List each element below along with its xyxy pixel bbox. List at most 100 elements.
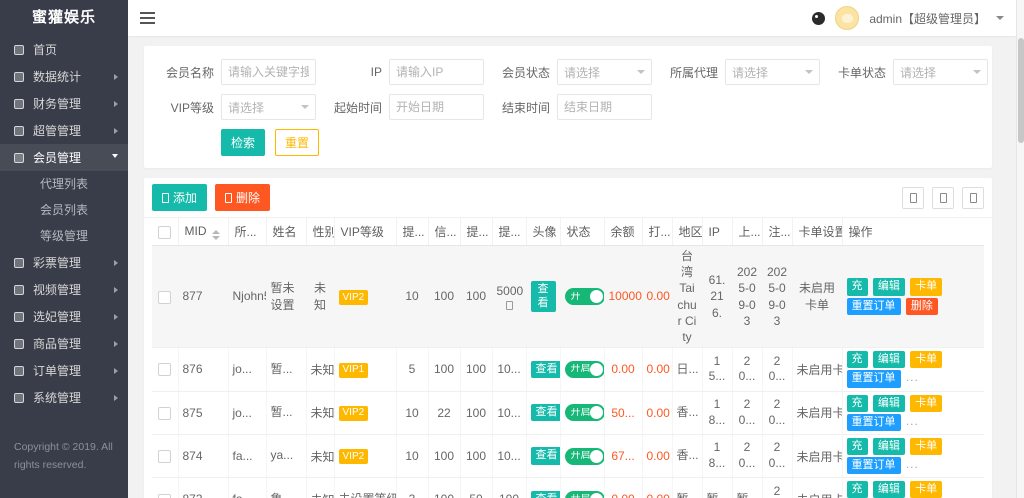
sidebar-item[interactable]: 选妃管理 — [0, 303, 128, 330]
chevron-down-icon — [301, 105, 309, 109]
card-order-button[interactable]: 卡单 — [910, 481, 942, 498]
table-header-row: MID所...姓名性别VIP等级提...信...提...提...头像状态余额打.… — [152, 218, 984, 246]
recharge-button[interactable]: 充 — [847, 395, 868, 412]
row-checkbox[interactable] — [158, 363, 171, 376]
reset-order-button[interactable]: 重置订单 — [847, 298, 901, 315]
reset-order-button[interactable]: 重置订单 — [847, 414, 901, 431]
cell-card-setting: 未启用卡单 — [792, 434, 842, 477]
delete-button[interactable]: 删除 — [906, 298, 938, 315]
row-checkbox[interactable] — [158, 291, 171, 304]
reset-order-button[interactable]: 重置订单 — [847, 370, 901, 387]
sidebar-item[interactable]: 订单管理 — [0, 357, 128, 384]
card-order-button[interactable]: 卡单 — [910, 351, 942, 368]
avatar-view-button[interactable]: 查看 — [531, 361, 561, 378]
column-header: 所... — [228, 218, 266, 246]
column-header[interactable]: MID — [178, 218, 228, 246]
reset-order-button[interactable]: 重置订单 — [847, 457, 901, 474]
sidebar-item[interactable]: 财务管理 — [0, 90, 128, 117]
table-filter-icon[interactable] — [902, 187, 924, 209]
sort-icon[interactable] — [212, 230, 220, 240]
sidebar-subitem[interactable]: 等级管理 — [0, 223, 128, 249]
avatar-view-button[interactable]: 查看 — [531, 491, 561, 498]
cell-ip: 18... — [702, 434, 732, 477]
sidebar-menu: 首页 数据统计 财务管理 超管管理 会员管理 代理列表 会员列表 等级管理 彩票… — [0, 36, 128, 411]
vertical-scrollbar-thumb[interactable] — [1018, 38, 1024, 143]
recharge-button[interactable]: 充 — [847, 351, 868, 368]
edit-button[interactable]: 编辑 — [873, 278, 905, 295]
search-button[interactable]: 检索 — [221, 129, 265, 156]
end-date-input[interactable] — [557, 94, 652, 120]
sidebar-item[interactable]: 超管管理 — [0, 117, 128, 144]
member-status-select[interactable]: 请选择 — [557, 59, 652, 85]
vertical-scrollbar[interactable] — [1016, 0, 1024, 498]
cell-name: 暂... — [266, 391, 306, 434]
column-header: 性别 — [306, 218, 334, 246]
delete-selected-button[interactable]: 删除 — [215, 184, 270, 211]
ip-input[interactable] — [389, 59, 484, 85]
status-toggle[interactable]: 开启 — [565, 361, 605, 378]
table-row: 877 Njohn520 暂未设置 未知 VIP2 10 100 100 500… — [152, 246, 984, 348]
username[interactable]: admin【超级管理员】 — [869, 10, 986, 27]
goods-icon — [14, 339, 24, 349]
recharge-button[interactable]: 充 — [847, 481, 868, 498]
cell-register-time: 20... — [762, 434, 792, 477]
avatar-view-button[interactable]: 查看 — [531, 447, 561, 464]
agent-select[interactable]: 请选择 — [725, 59, 820, 85]
status-toggle[interactable]: 开启 — [565, 448, 605, 465]
edit-button[interactable]: 编辑 — [873, 438, 905, 455]
menu-toggle-icon[interactable] — [140, 9, 155, 27]
agent-label: 所属代理 — [660, 64, 718, 81]
card-status-select[interactable]: 请选择 — [893, 59, 988, 85]
vip-level-select[interactable]: 请选择 — [221, 94, 316, 120]
row-checkbox[interactable] — [158, 494, 171, 498]
sidebar-item[interactable]: 数据统计 — [0, 63, 128, 90]
add-button[interactable]: 添加 — [152, 184, 207, 211]
column-header: 上... — [732, 218, 762, 246]
row-checkbox[interactable] — [158, 450, 171, 463]
user-menu-caret-icon[interactable] — [996, 16, 1004, 20]
table-export-icon[interactable] — [932, 187, 954, 209]
column-header: IP — [702, 218, 732, 246]
sidebar-item[interactable]: 首页 — [0, 36, 128, 63]
column-header: 余额 — [604, 218, 642, 246]
avatar-view-button[interactable]: 查看 — [531, 404, 561, 421]
member-name-input[interactable] — [221, 59, 316, 85]
chevron-icon — [112, 154, 118, 161]
sidebar-item[interactable]: 视频管理 — [0, 276, 128, 303]
sidebar-item[interactable]: 会员管理 — [0, 144, 128, 171]
start-time-label: 起始时间 — [324, 99, 382, 116]
card-order-button[interactable]: 卡单 — [910, 278, 942, 295]
status-toggle[interactable]: 开启 — [565, 404, 605, 421]
cell-agent: fa... — [228, 434, 266, 477]
cell-ip: 暂... — [702, 478, 732, 498]
card-order-button[interactable]: 卡单 — [910, 395, 942, 412]
sidebar-item[interactable]: 彩票管理 — [0, 249, 128, 276]
theme-icon[interactable] — [812, 12, 825, 25]
member-table: MID所...姓名性别VIP等级提...信...提...提...头像状态余额打.… — [152, 218, 984, 498]
recharge-button[interactable]: 充 — [847, 278, 868, 295]
sidebar-item[interactable]: 系统管理 — [0, 384, 128, 411]
row-checkbox[interactable] — [158, 407, 171, 420]
table-print-icon[interactable] — [962, 187, 984, 209]
edit-button[interactable]: 编辑 — [873, 351, 905, 368]
chevron-icon — [114, 314, 118, 320]
cell-agent: fa... — [228, 478, 266, 498]
status-toggle[interactable]: 开启 — [565, 491, 605, 498]
card-status-label: 卡单状态 — [828, 64, 886, 81]
sidebar-subitem[interactable]: 代理列表 — [0, 171, 128, 197]
start-date-input[interactable] — [389, 94, 484, 120]
status-toggle[interactable]: 开 — [565, 288, 605, 305]
select-all-checkbox[interactable] — [158, 226, 171, 239]
cell-agent: jo... — [228, 348, 266, 391]
recharge-button[interactable]: 充 — [847, 438, 868, 455]
edit-button[interactable]: 编辑 — [873, 395, 905, 412]
edit-cell-icon[interactable] — [506, 301, 513, 310]
avatar[interactable] — [835, 6, 859, 30]
add-icon — [162, 193, 169, 203]
edit-button[interactable]: 编辑 — [873, 481, 905, 498]
card-order-button[interactable]: 卡单 — [910, 438, 942, 455]
sidebar-subitem[interactable]: 会员列表 — [0, 197, 128, 223]
reset-button[interactable]: 重置 — [275, 129, 319, 156]
sidebar-item[interactable]: 商品管理 — [0, 330, 128, 357]
avatar-view-button[interactable]: 查看 — [531, 281, 556, 311]
